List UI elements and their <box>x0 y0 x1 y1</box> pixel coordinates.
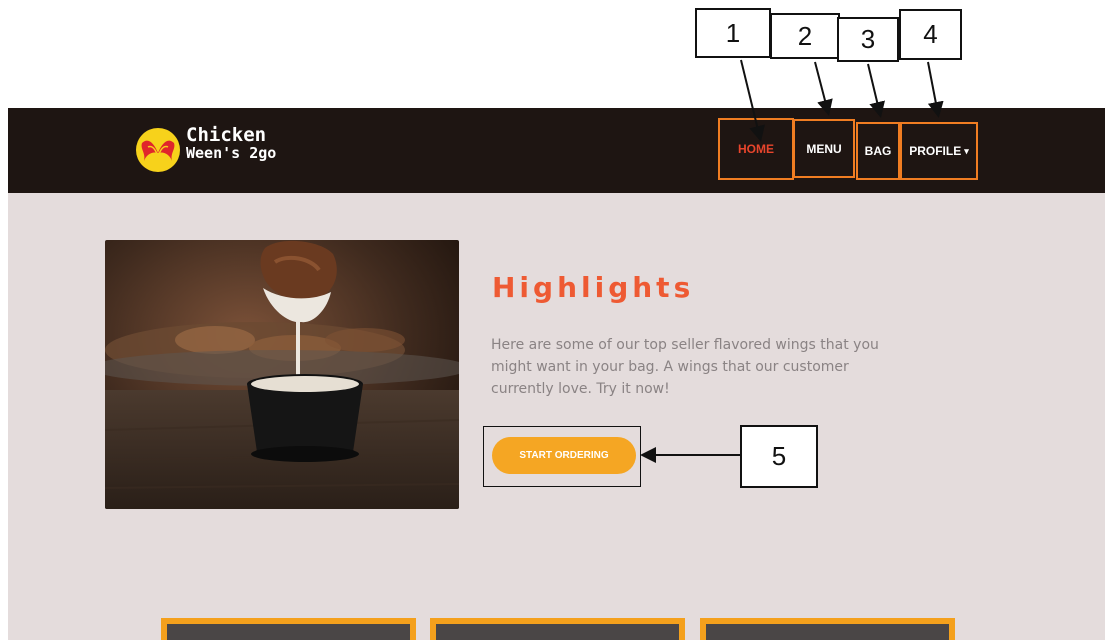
wing-dip-photo <box>105 240 459 509</box>
start-ordering-button[interactable]: START ORDERING <box>492 437 636 474</box>
wings-logo-icon <box>136 128 180 172</box>
cta-highlight-box: START ORDERING <box>483 426 641 487</box>
callout-1: 1 <box>695 8 771 58</box>
chevron-down-icon: ▾ <box>964 145 969 156</box>
brand-line-1: Chicken <box>186 124 267 146</box>
brand-logo[interactable]: Chicken Ween's 2go <box>134 122 314 178</box>
callout-5: 5 <box>740 425 818 488</box>
product-card-2[interactable] <box>430 618 685 640</box>
callout-2: 2 <box>770 13 840 59</box>
nav-home[interactable]: HOME <box>718 118 794 180</box>
page-title: Highlights <box>492 271 695 304</box>
brand-line-2: Ween's 2go <box>186 144 277 162</box>
product-card-1[interactable] <box>161 618 416 640</box>
nav-profile-dropdown[interactable]: PROFILE ▾ <box>900 122 978 180</box>
brand-name: Chicken Ween's 2go <box>186 124 277 163</box>
top-navbar: Chicken Ween's 2go HOME MENU BAG PROFILE… <box>8 108 1105 193</box>
nav-menu[interactable]: MENU <box>793 119 855 178</box>
nav-profile-label: PROFILE <box>909 144 962 158</box>
highlights-description: Here are some of our top seller flavored… <box>491 337 879 397</box>
callout-3: 3 <box>837 17 899 62</box>
product-card-3[interactable] <box>700 618 955 640</box>
nav-bag[interactable]: BAG <box>856 122 900 180</box>
callout-4: 4 <box>899 9 962 60</box>
highlights-section: Highlights Here are some of our top sell… <box>8 193 1105 640</box>
